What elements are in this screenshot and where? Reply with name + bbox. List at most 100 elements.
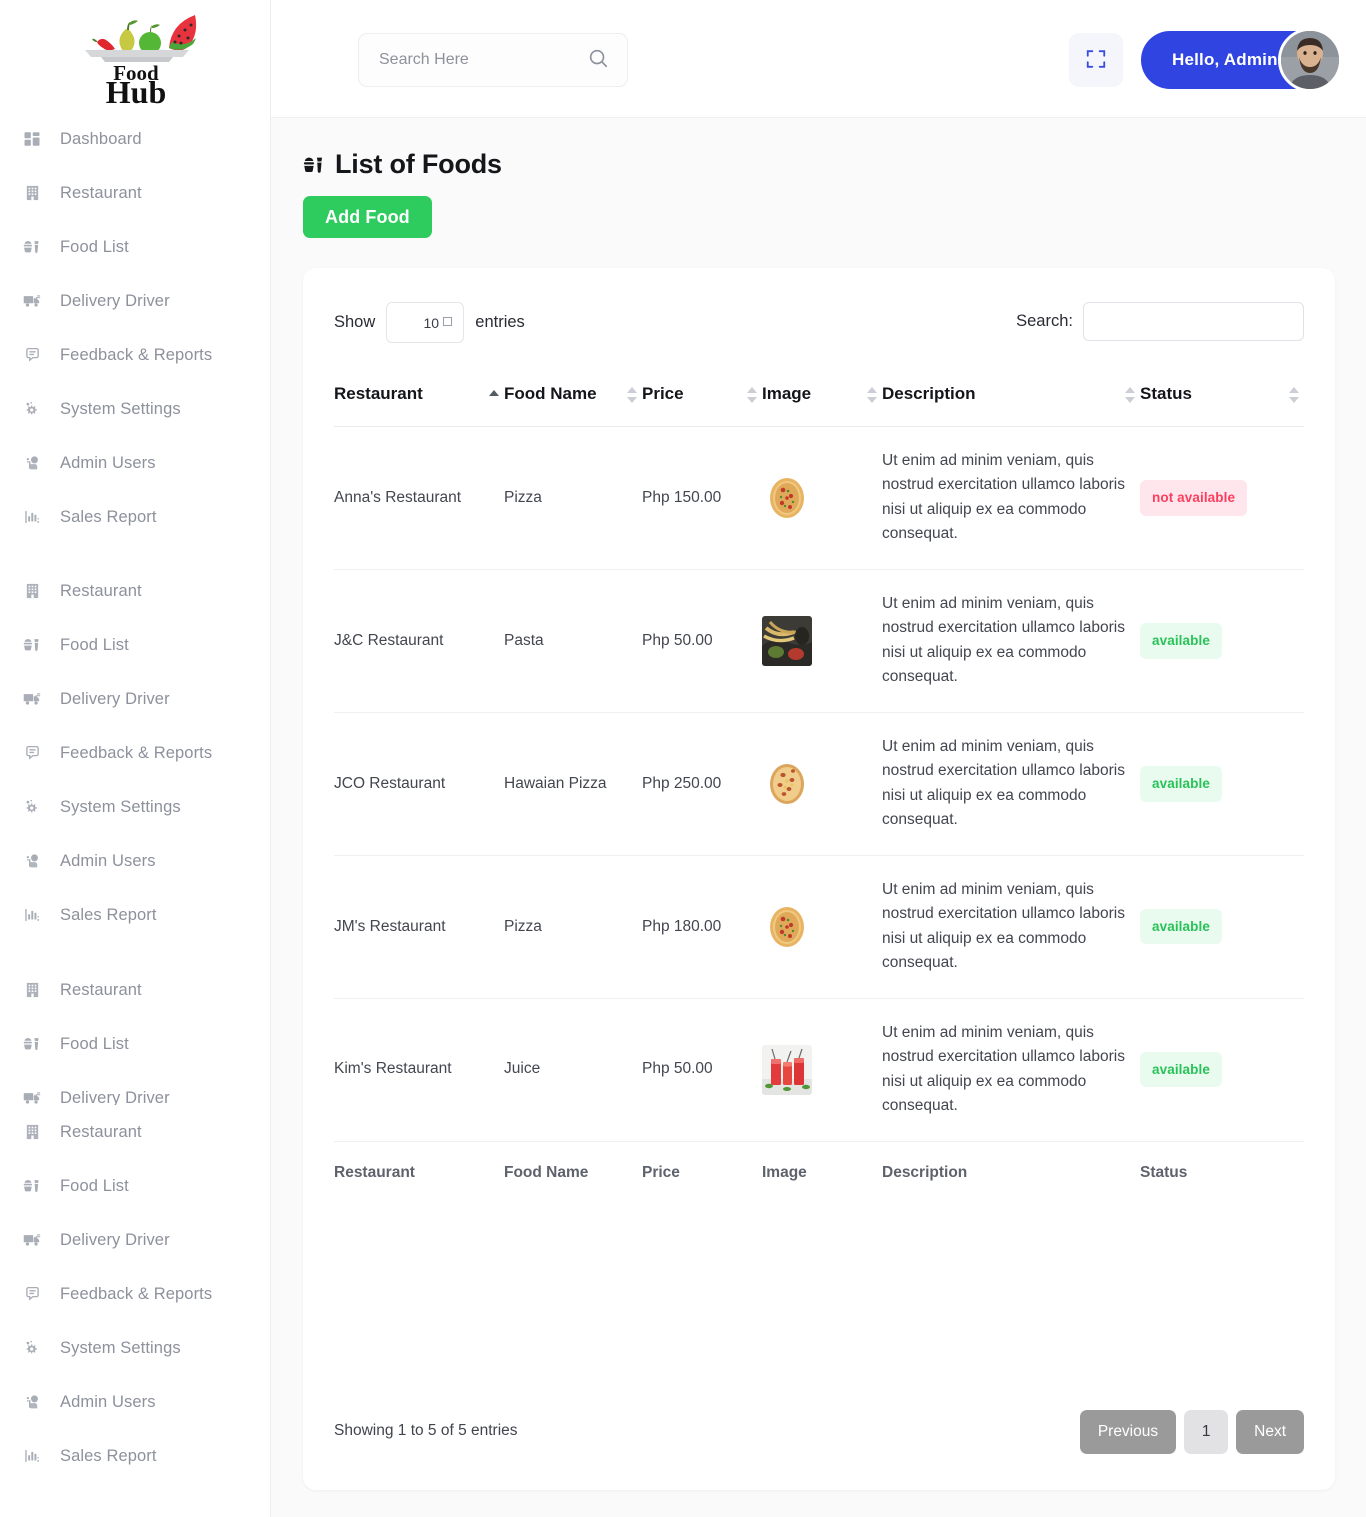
pagination-previous-button[interactable]: Previous: [1079, 1410, 1177, 1454]
footer-column-description: Description: [882, 1140, 1140, 1204]
column-header-label: Food Name: [504, 384, 597, 403]
sidebar-item-restaurant[interactable]: Restaurant: [0, 564, 270, 618]
table-header-row: Restaurant Food Name Price Image Description…: [334, 370, 1304, 427]
sort-toggle-icon[interactable]: [1124, 387, 1136, 403]
sidebar-item-label: Delivery Driver: [60, 291, 170, 310]
sidebar-item-feedback-reports[interactable]: Feedback & Reports: [0, 328, 270, 382]
column-header-price[interactable]: Price: [642, 370, 762, 427]
status-badge: not available: [1140, 480, 1248, 516]
column-header-label: Status: [1140, 384, 1192, 403]
table-search-input[interactable]: [1083, 302, 1304, 341]
cell-food-name: Pasta: [504, 569, 642, 713]
user-badge-icon: [22, 851, 42, 871]
pagination-page-1-button[interactable]: 1: [1184, 1410, 1229, 1454]
cell-description: Ut enim ad minim veniam, quis nostrud ex…: [882, 998, 1140, 1142]
cell-description: Ut enim ad minim veniam, quis nostrud ex…: [882, 426, 1140, 570]
sidebar-item-restaurant[interactable]: Restaurant: [0, 166, 270, 220]
sidebar-item-delivery-driver[interactable]: Delivery Driver: [0, 274, 270, 328]
footer-column-restaurant: Restaurant: [334, 1140, 504, 1204]
sidebar-item-label: Food List: [60, 1176, 129, 1195]
cell-description: Ut enim ad minim veniam, quis nostrud ex…: [882, 712, 1140, 856]
table-row[interactable]: JM's Restaurant Pizza Php 180.00 Ut enim ad…: [334, 855, 1304, 999]
search-input[interactable]: [379, 51, 587, 69]
bar-chart-icon: [22, 507, 42, 527]
sidebar-item-restaurant[interactable]: Restaurant: [0, 963, 270, 1017]
cell-restaurant: JCO Restaurant: [334, 712, 504, 856]
column-header-restaurant[interactable]: Restaurant: [334, 370, 504, 427]
foods-table-card: Show 102550100 entries Search: Restauran…: [303, 268, 1335, 1490]
sidebar-item-sales-report[interactable]: Sales Report: [0, 490, 270, 544]
sort-ascending-icon[interactable]: [488, 390, 500, 406]
pasta-thumbnail: [762, 615, 868, 666]
sidebar-item-delivery-driver[interactable]: Delivery Driver: [0, 672, 270, 726]
truck-icon: [22, 291, 42, 311]
cell-status: available: [1140, 569, 1304, 713]
table-row[interactable]: J&C Restaurant Pasta Php 50.00 Ut enim ad m…: [334, 569, 1304, 713]
sidebar-item-food-list[interactable]: Food List: [0, 1159, 270, 1213]
cell-restaurant: Anna's Restaurant: [334, 426, 504, 570]
sidebar-item-food-list[interactable]: Food List: [0, 1017, 270, 1071]
cell-food-name: Juice: [504, 998, 642, 1142]
table-row[interactable]: Kim's Restaurant Juice Php 50.00 Ut enim ad…: [334, 998, 1304, 1142]
avatar[interactable]: [1277, 28, 1342, 92]
sidebar-item-admin-users[interactable]: Admin Users: [0, 834, 270, 888]
building-icon: [22, 980, 42, 1000]
sidebar-item-food-list[interactable]: Food List: [0, 220, 270, 274]
sidebar-item-sales-report[interactable]: Sales Report: [0, 888, 270, 942]
fullscreen-button[interactable]: [1069, 33, 1123, 87]
sidebar-item-label: Food List: [60, 237, 129, 256]
avatar-image: [1280, 31, 1339, 89]
sidebar-nav-block-1: Dashboard Restaurant Food List Delivery Dri…: [0, 112, 270, 544]
food-drink-icon: [22, 635, 42, 655]
footer-column-food-name: Food Name: [504, 1140, 642, 1204]
global-search-box[interactable]: [358, 33, 628, 87]
juice-thumbnail: [762, 1044, 868, 1095]
sort-toggle-icon[interactable]: [746, 387, 758, 403]
table-search-label: Search:: [1016, 312, 1073, 330]
sidebar-item-feedback-reports[interactable]: Feedback & Reports: [0, 726, 270, 780]
sidebar-item-feedback-reports[interactable]: Feedback & Reports: [0, 1267, 270, 1321]
sidebar-item-sales-report[interactable]: Sales Report: [0, 1429, 270, 1483]
sort-toggle-icon[interactable]: [1288, 387, 1300, 403]
sidebar-item-system-settings[interactable]: System Settings: [0, 780, 270, 834]
add-food-button[interactable]: Add Food: [303, 196, 432, 238]
sidebar-item-label: Admin Users: [60, 1392, 156, 1411]
cell-food-name: Pizza: [504, 855, 642, 999]
sort-toggle-icon[interactable]: [626, 387, 638, 403]
footer-column-image: Image: [762, 1140, 882, 1204]
sidebar-nav-block-4: Restaurant Food List Delivery Driver Feedba…: [0, 1105, 270, 1483]
user-greeting-label: Hello, Admin: [1172, 50, 1278, 69]
column-header-food-name[interactable]: Food Name: [504, 370, 642, 427]
column-header-status[interactable]: Status: [1140, 370, 1304, 427]
sidebar-item-admin-users[interactable]: Admin Users: [0, 436, 270, 490]
sidebar-item-food-list[interactable]: Food List: [0, 618, 270, 672]
column-header-label: Description: [882, 384, 976, 403]
entries-info-text: Showing 1 to 5 of 5 entries: [334, 1422, 518, 1439]
search-icon[interactable]: [587, 47, 609, 74]
fullscreen-icon: [1085, 48, 1107, 73]
entries-length-select[interactable]: 102550100: [386, 302, 465, 343]
sidebar-item-dashboard[interactable]: Dashboard: [0, 112, 270, 166]
cell-image: [762, 998, 882, 1142]
sidebar-item-system-settings[interactable]: System Settings: [0, 382, 270, 436]
brand-logo[interactable]: Food Hub: [0, 0, 270, 112]
foods-table: Restaurant Food Name Price Image Description…: [334, 370, 1304, 1204]
user-menu-button[interactable]: Hello, Admin: [1141, 28, 1342, 92]
gear-icon: [22, 797, 42, 817]
column-header-description[interactable]: Description: [882, 370, 1140, 427]
footer-column-status: Status: [1140, 1140, 1304, 1204]
cell-price: Php 250.00: [642, 712, 762, 856]
sidebar-item-restaurant[interactable]: Restaurant: [0, 1105, 270, 1159]
table-row[interactable]: Anna's Restaurant Pizza Php 150.00 Ut enim …: [334, 426, 1304, 570]
pagination-next-button[interactable]: Next: [1236, 1410, 1304, 1454]
sidebar-item-delivery-driver[interactable]: Delivery Driver: [0, 1213, 270, 1267]
pizza-thumbnail: [762, 901, 868, 952]
sidebar-item-system-settings[interactable]: System Settings: [0, 1321, 270, 1375]
sort-toggle-icon[interactable]: [866, 387, 878, 403]
column-header-image[interactable]: Image: [762, 370, 882, 427]
dashboard-icon: [22, 129, 42, 149]
table-row[interactable]: JCO Restaurant Hawaian Pizza Php 250.00 Ut …: [334, 712, 1304, 856]
pizza-thumbnail: [762, 472, 868, 523]
food-drink-icon: [303, 154, 325, 176]
sidebar-item-admin-users[interactable]: Admin Users: [0, 1375, 270, 1429]
